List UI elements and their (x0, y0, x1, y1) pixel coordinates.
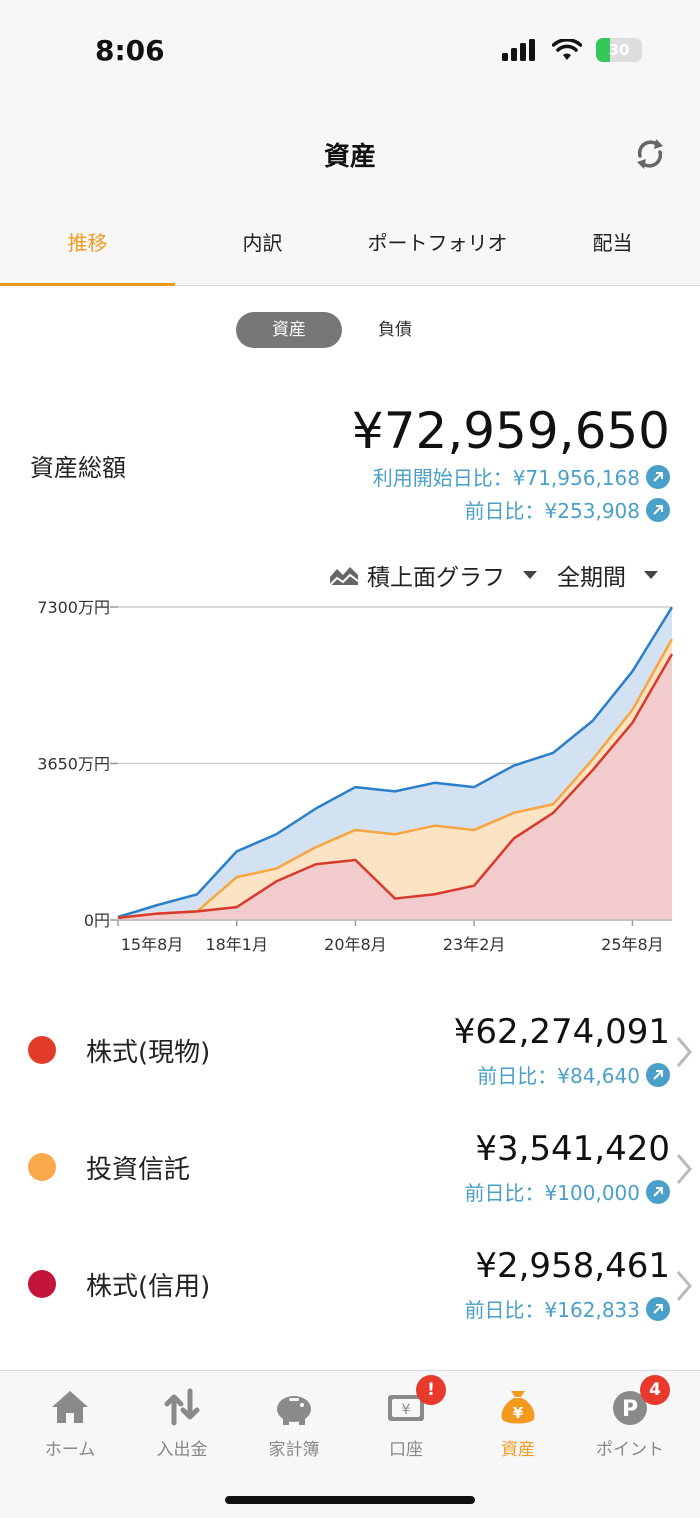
bottom-nav-label: 入出金 (156, 1440, 208, 1460)
chevron-right-icon (676, 1271, 692, 1301)
bottom-nav-points[interactable]: P 4 ポイント (574, 1375, 686, 1460)
asset-row[interactable]: 株式(信用) ¥2,958,461 前日比：¥162,833 (0, 1236, 700, 1336)
transfer-icon (164, 1388, 200, 1426)
x-tick-label: 18年1月 (205, 935, 268, 954)
alert-badge: ! (416, 1375, 446, 1405)
piggy-bank-icon (277, 1396, 311, 1425)
series-color-dot (28, 1153, 56, 1181)
caret-down-icon (644, 571, 658, 579)
arrow-up-right-icon (646, 1296, 670, 1321)
bottom-nav-budget[interactable]: 家計簿 (238, 1385, 350, 1460)
total-assets-label: 資産総額 (30, 454, 126, 482)
bottom-nav-label: 資産 (501, 1440, 535, 1460)
segment-liabilities[interactable]: 負債 (342, 312, 448, 348)
asset-diff-text: 前日比：¥162,833 (464, 1298, 640, 1322)
prev-day-text: 前日比：¥253,908 (464, 499, 640, 523)
asset-name: 投資信託 (86, 1155, 191, 1185)
page-title: 資産 (323, 142, 376, 172)
chart-controls: 積上面グラフ 全期間 (329, 558, 658, 592)
asset-diff: 前日比：¥100,000 (465, 1177, 670, 1206)
svg-text:¥: ¥ (513, 1404, 524, 1422)
tab-trend[interactable]: 推移 (0, 206, 175, 286)
asset-diff: 前日比：¥162,833 (465, 1294, 670, 1323)
period-select[interactable]: 全期間 (557, 558, 658, 592)
bottom-nav-transfer[interactable]: 入出金 (126, 1385, 238, 1460)
asset-name: 株式(現物) (86, 1038, 211, 1068)
since-start-text: 利用開始日比：¥71,956,168 (372, 466, 640, 490)
bottom-nav-label: ホーム (44, 1440, 96, 1460)
bottom-tab-bar: ホーム 入出金 家計簿 ¥ ! 口座 ¥ 資産 P 4 ポイント (0, 1370, 700, 1518)
tab-bar: 推移 内訳 ポートフォリオ 配当 (0, 206, 700, 286)
bottom-nav-label: ポイント (596, 1440, 664, 1460)
refresh-icon[interactable] (630, 134, 670, 174)
status-bar: 8:06 30 (0, 0, 700, 100)
bottom-nav-assets[interactable]: ¥ 資産 (462, 1385, 574, 1460)
segment-assets[interactable]: 資産 (236, 312, 342, 348)
asset-row[interactable]: 株式(現物) ¥62,274,091 前日比：¥84,640 (0, 1002, 700, 1102)
bottom-nav-account[interactable]: ¥ ! 口座 (350, 1375, 462, 1460)
home-icon (52, 1391, 88, 1423)
arrow-up-right-icon (646, 1179, 670, 1204)
y-tick-label: 7300万円 (37, 598, 110, 617)
signal-icon (502, 39, 535, 61)
battery-icon: 30 (596, 38, 642, 62)
since-start-diff: 利用開始日比：¥71,956,168 (373, 462, 670, 491)
tab-dividend[interactable]: 配当 (525, 206, 700, 285)
nav-bar: 資産 (0, 100, 700, 206)
wifi-icon (552, 39, 582, 60)
x-tick-label: 23年2月 (443, 935, 506, 954)
period-label: 全期間 (557, 565, 626, 591)
chevron-right-icon (676, 1037, 692, 1067)
home-indicator (225, 1496, 475, 1504)
count-badge: 4 (640, 1375, 670, 1405)
tab-breakdown[interactable]: 内訳 (175, 206, 350, 285)
x-tick-label: 25年8月 (601, 935, 664, 954)
asset-row[interactable]: 投資信託 ¥3,541,420 前日比：¥100,000 (0, 1119, 700, 1219)
tab-portfolio[interactable]: ポートフォリオ (350, 206, 525, 285)
arrow-up-right-icon (646, 1062, 670, 1087)
bottom-nav-label: 口座 (389, 1440, 423, 1460)
x-tick-label: 20年8月 (324, 935, 387, 954)
total-assets-value: ¥72,959,650 (351, 402, 670, 460)
svg-text:¥: ¥ (402, 1402, 411, 1418)
asset-diff: 前日比：¥84,640 (477, 1060, 670, 1089)
chevron-right-icon (676, 1154, 692, 1184)
asset-diff-text: 前日比：¥100,000 (464, 1181, 640, 1205)
asset-diff-text: 前日比：¥84,640 (477, 1064, 640, 1088)
arrow-up-right-icon (646, 464, 670, 489)
y-tick-label: 0円 (84, 911, 110, 930)
bottom-nav-label: 家計簿 (268, 1440, 320, 1460)
money-bag-icon: ¥ (501, 1391, 535, 1424)
svg-text:P: P (622, 1397, 638, 1422)
asset-liability-toggle: 資産 負債 (236, 312, 448, 348)
y-tick-label: 3650万円 (37, 755, 110, 774)
x-tick-label: 15年8月 (121, 935, 184, 954)
prev-day-diff: 前日比：¥253,908 (465, 495, 670, 524)
area-chart-icon (329, 567, 359, 586)
series-color-dot (28, 1036, 56, 1064)
asset-value: ¥2,958,461 (475, 1246, 670, 1286)
caret-down-icon (523, 571, 537, 579)
bottom-nav-home[interactable]: ホーム (14, 1385, 126, 1460)
asset-area-chart: 0円 3650万円 7300万円 15年8月 18年1月 20年8月 23年2月 25年8月 (37, 598, 674, 954)
status-time: 8:06 (95, 34, 165, 67)
battery-level: 30 (608, 41, 630, 59)
asset-value: ¥3,541,420 (475, 1129, 670, 1169)
series-color-dot (28, 1270, 56, 1298)
chart-type-select[interactable]: 積上面グラフ (329, 558, 537, 592)
asset-name: 株式(信用) (86, 1272, 211, 1302)
chart-type-label: 積上面グラフ (367, 565, 505, 591)
arrow-up-right-icon (646, 497, 670, 522)
asset-value: ¥62,274,091 (453, 1012, 670, 1052)
